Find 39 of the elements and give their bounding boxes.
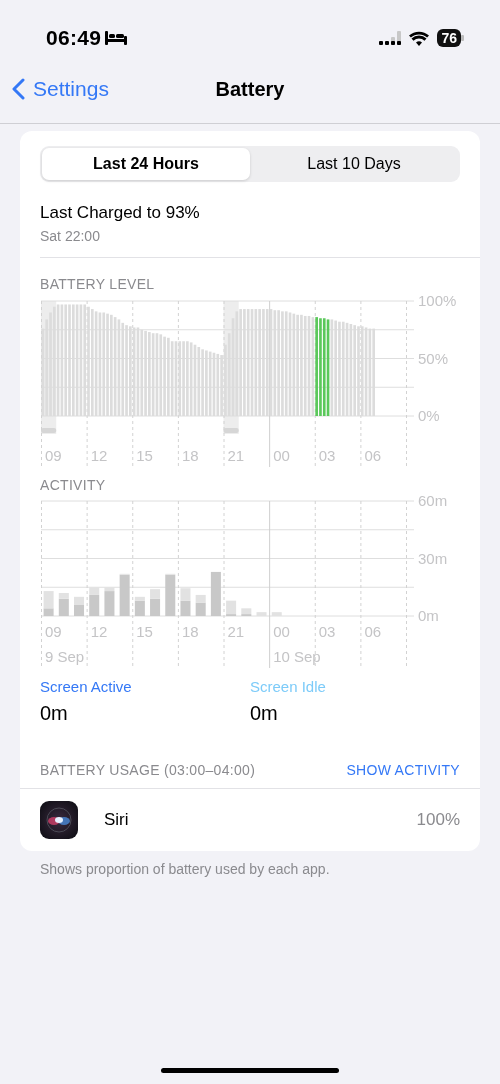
axis-label: 15 xyxy=(136,622,153,640)
date-label: 9 Sep xyxy=(45,647,85,665)
last-charged-title: Last Charged to 93% xyxy=(40,202,201,224)
axis-label: 30m xyxy=(418,549,448,566)
axis-label: 00 xyxy=(273,446,290,464)
axis-label: 03 xyxy=(318,622,336,640)
axis-label: 06 xyxy=(364,622,382,640)
section-heading: BATTERY LEVEL xyxy=(40,274,156,294)
date-label: 10 Sep xyxy=(273,647,321,665)
section-heading: ACTIVITY xyxy=(40,475,107,495)
axis-label: 0% xyxy=(418,406,440,424)
axis-label: 21 xyxy=(227,622,245,640)
battery-indicator: 76 xyxy=(437,29,461,47)
axis-label: 12 xyxy=(90,622,108,640)
legend-label: Screen Active xyxy=(40,676,133,697)
axis-label: 0m xyxy=(418,606,439,624)
axis-label: 15 xyxy=(136,446,153,464)
footnote: Shows proportion of battery used by each app. xyxy=(40,860,331,879)
axis-label: 00 xyxy=(273,622,290,640)
axis-label: 21 xyxy=(227,446,245,464)
last-charged-time: Sat 22:00 xyxy=(40,226,101,246)
axis-label: 18 xyxy=(181,446,199,464)
legend-label: Screen Idle xyxy=(250,676,327,697)
axis-label: 50% xyxy=(418,349,449,366)
axis-label: 09 xyxy=(45,446,62,464)
clock-time: 06:49 xyxy=(46,25,102,52)
usage-percentage: 100% xyxy=(416,809,460,832)
section-heading: BATTERY USAGE (03:00–04:00) xyxy=(40,761,256,780)
axis-label: 100% xyxy=(418,294,457,309)
app-name: Siri xyxy=(104,809,130,832)
axis-label: 06 xyxy=(364,446,382,464)
page-title: Battery xyxy=(215,77,285,100)
axis-label: 12 xyxy=(90,446,108,464)
axis-label: 60m xyxy=(418,495,448,509)
legend-value: 0m xyxy=(40,701,69,726)
legend-value: 0m xyxy=(250,701,279,726)
axis-label: 18 xyxy=(181,622,199,640)
axis-label: 03 xyxy=(318,446,336,464)
axis-label: 09 xyxy=(45,622,62,640)
